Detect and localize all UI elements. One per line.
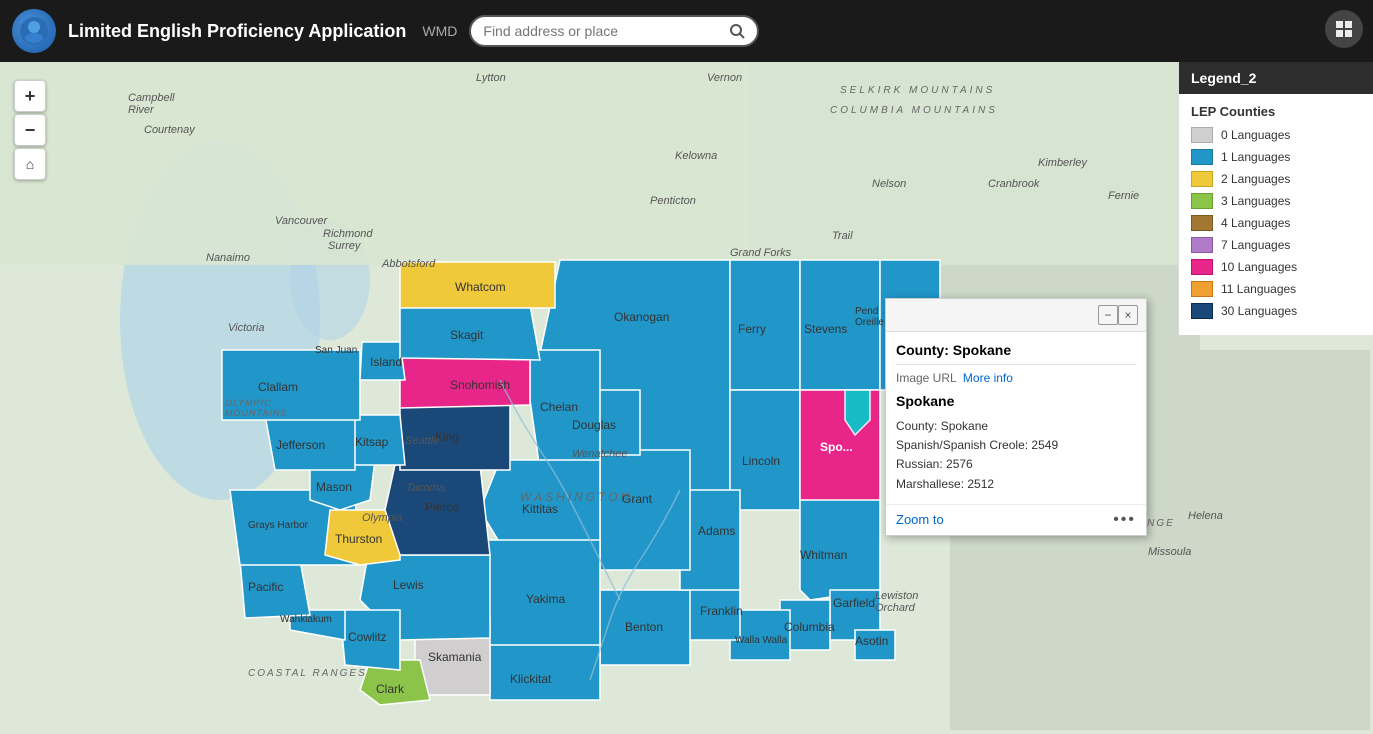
popup-stat: Russian: 2576 xyxy=(896,455,1136,474)
popup-image-url-label: Image URL xyxy=(896,371,956,385)
legend-item: 3 Languages xyxy=(1191,193,1361,209)
zoom-out-button[interactable]: − xyxy=(14,114,46,146)
legend-item: 0 Languages xyxy=(1191,127,1361,143)
legend-item-label: 7 Languages xyxy=(1221,238,1290,252)
legend-item: 7 Languages xyxy=(1191,237,1361,253)
popup-more-info-link[interactable]: More info xyxy=(963,371,1013,385)
legend-section-title: LEP Counties xyxy=(1191,104,1361,119)
popup-header: − × xyxy=(886,299,1146,332)
legend-swatch xyxy=(1191,237,1213,253)
legend-item-label: 30 Languages xyxy=(1221,304,1297,318)
legend-header: Legend_2 xyxy=(1179,62,1373,94)
legend-swatch xyxy=(1191,127,1213,143)
legend-item-label: 11 Languages xyxy=(1221,282,1296,296)
search-input[interactable] xyxy=(483,23,729,39)
legend-item: 10 Languages xyxy=(1191,259,1361,275)
legend-item-label: 4 Languages xyxy=(1221,216,1290,230)
popup: − × County: Spokane Image URL More info … xyxy=(885,298,1147,536)
legend-title: Legend_2 xyxy=(1191,70,1256,86)
legend-swatch xyxy=(1191,149,1213,165)
app-title: Limited English Proficiency Application xyxy=(68,21,406,42)
legend-swatch xyxy=(1191,171,1213,187)
popup-stat: Marshallese: 2512 xyxy=(896,475,1136,494)
legend-item-label: 3 Languages xyxy=(1221,194,1290,208)
legend-swatch xyxy=(1191,193,1213,209)
header: Limited English Proficiency Application … xyxy=(0,0,1373,62)
legend-items: 0 Languages 1 Languages 2 Languages 3 La… xyxy=(1191,127,1361,319)
legend-item-label: 1 Languages xyxy=(1221,150,1290,164)
legend-swatch xyxy=(1191,281,1213,297)
legend-swatch xyxy=(1191,259,1213,275)
legend-panel: Legend_2 LEP Counties 0 Languages 1 Lang… xyxy=(1178,62,1373,335)
legend-item-label: 2 Languages xyxy=(1221,172,1290,186)
legend-item-label: 0 Languages xyxy=(1221,128,1290,142)
popup-body: County: Spokane Image URL More info Spok… xyxy=(886,332,1146,494)
popup-minimize-button[interactable]: − xyxy=(1098,305,1118,325)
popup-county-title: County: Spokane xyxy=(896,342,1136,365)
legend-content: LEP Counties 0 Languages 1 Languages 2 L… xyxy=(1179,94,1373,335)
zoom-to-link[interactable]: Zoom to xyxy=(896,512,944,527)
map-controls: + − ⌂ xyxy=(14,80,46,180)
popup-footer: Zoom to ••• xyxy=(886,504,1146,535)
popup-stat: County: Spokane xyxy=(896,417,1136,436)
home-button[interactable]: ⌂ xyxy=(14,148,46,180)
popup-more-options-button[interactable]: ••• xyxy=(1113,511,1136,529)
popup-close-button[interactable]: × xyxy=(1118,305,1138,325)
legend-swatch xyxy=(1191,215,1213,231)
map-container: Whatcom Skagit Snohomish Island San Juan… xyxy=(0,0,1373,734)
popup-spokane-label: Spokane xyxy=(896,393,1136,409)
map-svg xyxy=(0,0,1373,734)
legend-item: 2 Languages xyxy=(1191,171,1361,187)
legend-item: 4 Languages xyxy=(1191,215,1361,231)
app-logo xyxy=(12,9,56,53)
popup-stat: Spanish/Spanish Creole: 2549 xyxy=(896,436,1136,455)
search-container xyxy=(469,15,759,47)
grid-button[interactable] xyxy=(1325,10,1363,48)
legend-item: 1 Languages xyxy=(1191,149,1361,165)
legend-item-label: 10 Languages xyxy=(1221,260,1297,274)
popup-image-url: Image URL More info xyxy=(896,371,1136,385)
legend-item: 11 Languages xyxy=(1191,281,1361,297)
wmd-badge: WMD xyxy=(422,23,457,39)
legend-swatch xyxy=(1191,303,1213,319)
zoom-in-button[interactable]: + xyxy=(14,80,46,112)
legend-item: 30 Languages xyxy=(1191,303,1361,319)
search-button[interactable] xyxy=(729,23,745,39)
popup-stats: County: SpokaneSpanish/Spanish Creole: 2… xyxy=(896,417,1136,494)
